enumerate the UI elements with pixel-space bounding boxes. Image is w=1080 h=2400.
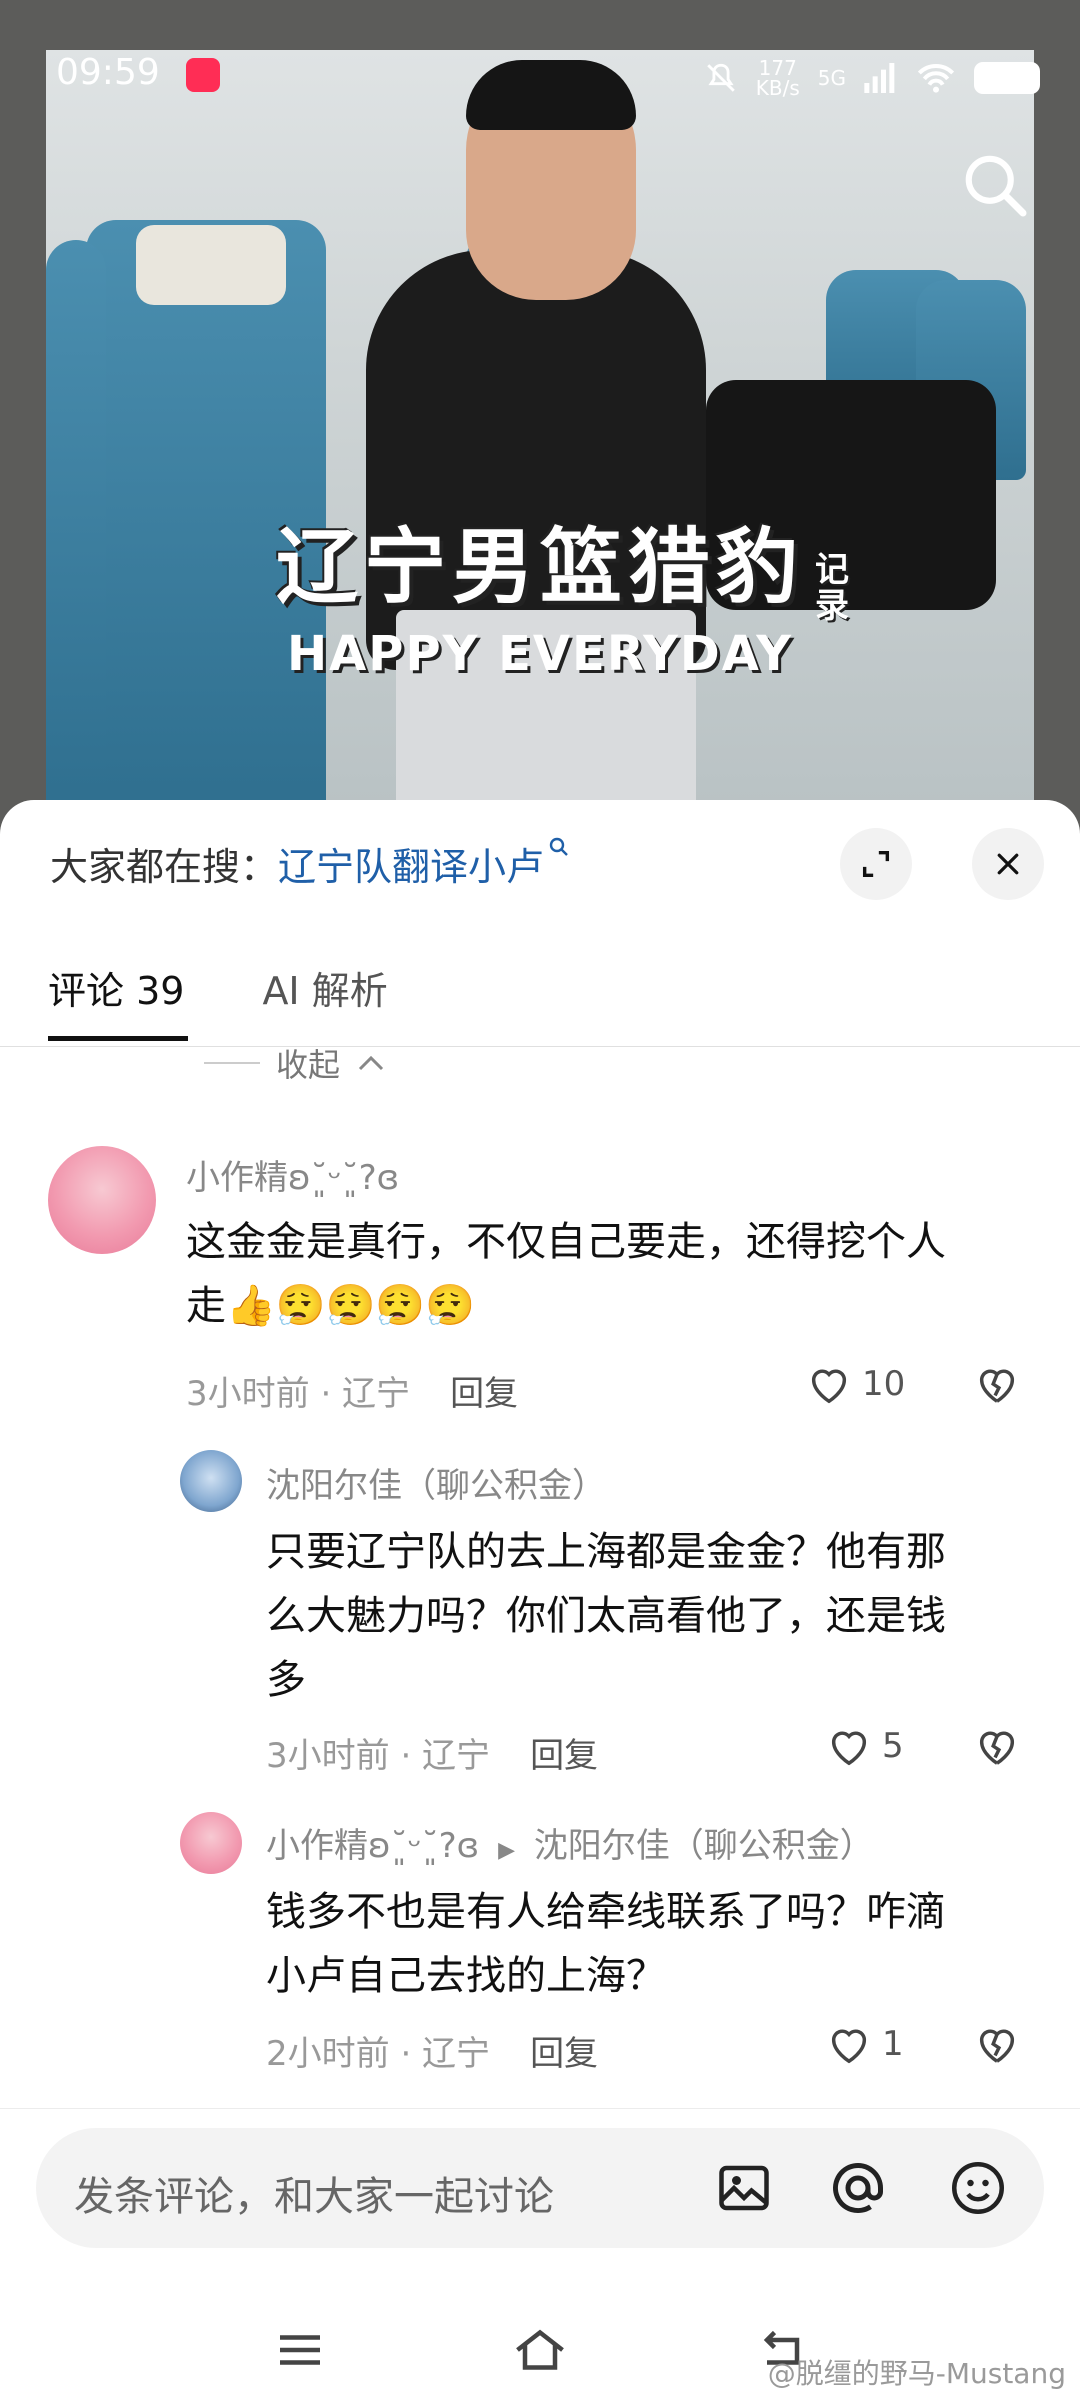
comment-time-location: 2小时前 · 辽宁 <box>266 2034 491 2074</box>
reply-author[interactable]: 小作精ʚ˘͈ᵕ˘͈?ɞ <box>266 1826 479 1866</box>
menu-icon[interactable] <box>270 2320 330 2380</box>
at-icon[interactable] <box>828 2158 888 2218</box>
close-button[interactable] <box>972 828 1044 900</box>
video-title-side: 记录 <box>815 550 849 626</box>
avatar[interactable] <box>180 1812 242 1874</box>
reply-arrow-icon: ▶ <box>498 1838 515 1863</box>
comment-text: 只要辽宁队的去上海都是金金？他有那 么大魅力吗？你们太高看他了，还是钱 多 <box>266 1520 1046 1712</box>
emoji-icon[interactable] <box>948 2158 1008 2218</box>
reply-button[interactable]: 回复 <box>530 1736 598 1776</box>
status-right: 177 KB/s 5G <box>704 58 1040 98</box>
net-speed: 177 KB/s <box>755 56 800 100</box>
tab-ai-analysis[interactable]: AI 解析 <box>262 960 387 1015</box>
like-count: 1 <box>882 2024 904 2064</box>
tab-active-indicator <box>48 1036 188 1041</box>
mute-icon <box>707 63 735 92</box>
collapse-replies-button[interactable]: 收起 <box>204 1040 386 1086</box>
reply-target[interactable]: 沈阳尔佳（聊公积金） <box>534 1826 874 1866</box>
collapse-line <box>204 1062 260 1064</box>
wifi-icon <box>917 64 955 93</box>
comment-time-location: 3小时前 · 辽宁 <box>266 1736 491 1776</box>
comment-text-line: 么大魅力吗？你们太高看他了，还是钱 <box>266 1593 946 1639</box>
status-time: 09:59 <box>56 52 160 93</box>
comment-username[interactable]: 小作精ʚ˘͈ᵕ˘͈?ɞ <box>186 1150 399 1199</box>
like-button[interactable]: 1 <box>826 2022 904 2066</box>
comment-text-line: 多 <box>266 1657 306 1703</box>
home-icon[interactable] <box>510 2320 570 2380</box>
comment-time-location: 3小时前 · 辽宁 <box>186 1374 411 1414</box>
comment-text-line: 这金金是真行，不仅自己要走，还得挖个人 <box>186 1219 946 1265</box>
comment-text: 钱多不也是有人给牵线联系了吗？咋滴 小卢自己去找的上海？ <box>266 1880 1046 2008</box>
app-notification-icon <box>186 58 220 92</box>
expand-icon <box>862 850 890 878</box>
avatar[interactable] <box>180 1450 242 1512</box>
heart-icon <box>831 1731 867 1766</box>
broken-heart-icon[interactable] <box>974 1724 1020 1768</box>
comment-meta: 2小时前 · 辽宁 回复 <box>266 2026 598 2075</box>
comment-text: 这金金是真行，不仅自己要走，还得挖个人 走👍😮‍💨😮‍💨😮‍💨😮‍💨 <box>186 1210 1046 1338</box>
comment-composer[interactable]: 发条评论，和大家一起讨论 <box>36 2128 1044 2248</box>
chevron-up-icon <box>358 1055 384 1071</box>
reply-button[interactable]: 回复 <box>450 1374 518 1414</box>
battery-icon <box>974 62 1040 94</box>
person-hair <box>466 60 636 130</box>
collapse-label: 收起 <box>276 1046 341 1084</box>
composer-divider <box>0 2108 1080 2109</box>
trending-search-prefix: 大家都在搜： <box>50 845 279 889</box>
comment-text-line: 走👍😮‍💨😮‍💨😮‍💨😮‍💨 <box>186 1283 476 1329</box>
watermark: @脱缰的野马-Mustang <box>767 2357 1066 2390</box>
signal-icon <box>864 63 895 93</box>
broken-heart-icon[interactable] <box>974 1362 1020 1406</box>
search-icon[interactable] <box>960 150 1030 220</box>
comment-text-line: 钱多不也是有人给牵线联系了吗？咋滴 <box>266 1889 946 1935</box>
avatar[interactable] <box>48 1146 156 1254</box>
comment-meta: 3小时前 · 辽宁 回复 <box>186 1366 518 1415</box>
like-count: 10 <box>862 1364 906 1404</box>
video-player[interactable] <box>46 50 1034 810</box>
tab-comments[interactable]: 评论 39 <box>48 960 184 1015</box>
comment-input[interactable]: 发条评论，和大家一起讨论 <box>74 2164 554 2222</box>
heart-icon <box>831 2029 867 2064</box>
trending-search[interactable]: 大家都在搜：辽宁队翻译小卢 <box>50 836 570 891</box>
video-subtitle: HAPPY EVERYDAY <box>286 626 794 682</box>
like-count: 5 <box>882 1726 904 1766</box>
comment-text-line: 小卢自己去找的上海？ <box>266 1953 666 1999</box>
comment-username[interactable]: 小作精ʚ˘͈ᵕ˘͈?ɞ ▶ 沈阳尔佳（聊公积金） <box>266 1818 874 1867</box>
trending-search-link[interactable]: 辽宁队翻译小卢 <box>278 845 544 889</box>
reply-button[interactable]: 回复 <box>530 2034 598 2074</box>
comment-text-line: 只要辽宁队的去上海都是金金？他有那 <box>266 1529 946 1575</box>
video-title: 辽宁男篮猎豹 <box>275 520 804 615</box>
tabs-divider <box>0 1046 1080 1047</box>
expand-button[interactable] <box>840 828 912 900</box>
close-icon <box>997 853 1019 875</box>
like-button[interactable]: 5 <box>826 1724 904 1768</box>
comment-username[interactable]: 沈阳尔佳（聊公积金） <box>266 1458 606 1507</box>
heart-icon <box>811 1369 847 1404</box>
seat-headrest <box>136 225 286 305</box>
broken-heart-icon[interactable] <box>974 2022 1020 2066</box>
comment-tabs: 评论 39 AI 解析 <box>48 960 388 1015</box>
comment-meta: 3小时前 · 辽宁 回复 <box>266 1728 598 1777</box>
like-button[interactable]: 10 <box>806 1362 905 1406</box>
search-icon <box>549 837 568 856</box>
signal-label: 5G <box>817 66 846 90</box>
image-icon[interactable] <box>714 2158 774 2218</box>
